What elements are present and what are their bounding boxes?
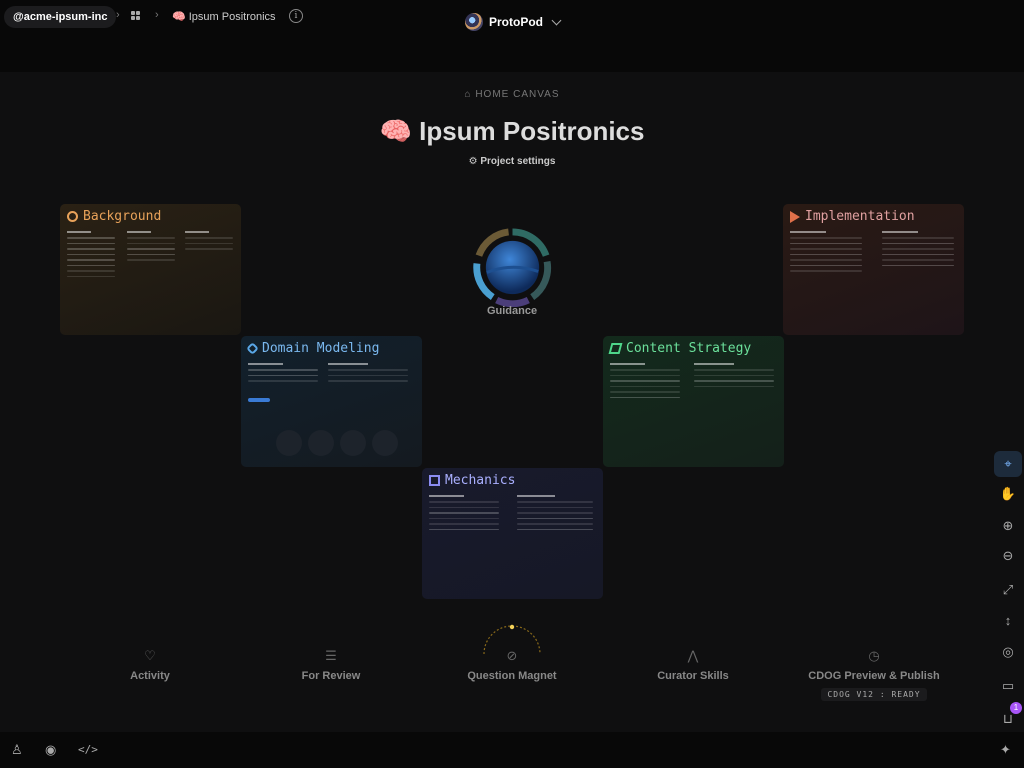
section-label: ⌂ HOME CANVAS <box>0 89 1024 100</box>
zoom-out-icon[interactable]: ⊖ <box>994 543 1022 569</box>
sparkle-icon[interactable]: ✦ <box>1000 742 1011 758</box>
org-switcher[interactable]: @acme-ipsum-inc <box>4 6 117 28</box>
card-title: Content Strategy <box>626 341 752 356</box>
nav-for-review[interactable]: ☰ For Review <box>251 648 411 682</box>
play-icon <box>790 210 800 223</box>
project-settings-label: Project settings <box>480 156 556 167</box>
hand-tool-icon[interactable]: ✋ <box>994 481 1022 507</box>
home-icon: ⌂ <box>464 89 476 100</box>
hexagon-icon <box>246 342 259 355</box>
card-title: Implementation <box>805 209 915 224</box>
nav-curator-skills-label: Curator Skills <box>657 670 729 682</box>
card-preview <box>429 492 596 593</box>
guidance-label[interactable]: Guidance <box>460 305 564 317</box>
card-mechanics[interactable]: Mechanics <box>422 468 603 599</box>
fit-screen-icon[interactable]: ⤢ <box>994 577 1022 603</box>
card-title: Mechanics <box>445 473 516 488</box>
nav-cdog-publish[interactable]: ◷ CDOG Preview & Publish CDOG V12 : READ… <box>794 648 954 702</box>
project-settings-link[interactable]: ⚙ Project settings <box>0 156 1024 167</box>
square-icon <box>429 475 440 486</box>
card-content-strategy[interactable]: Content Strategy <box>603 336 784 467</box>
section-label-text: HOME CANVAS <box>475 89 560 100</box>
fingerprint-icon[interactable]: ◎ <box>994 639 1022 665</box>
bottom-bar: ♙ ◉ </> ✦ <box>0 732 1024 768</box>
breadcrumb-separator: › <box>155 9 159 21</box>
breadcrumb-separator: › <box>116 9 120 21</box>
gauge-icon: ◷ <box>868 648 880 663</box>
app-name: ProtoPod <box>489 15 543 29</box>
comment-icon[interactable]: ▭ <box>994 673 1022 699</box>
zoom-in-icon[interactable]: ⊕ <box>994 513 1022 539</box>
nav-activity-label: Activity <box>130 670 170 682</box>
breadcrumb-project[interactable]: 🧠 Ipsum Positronics <box>172 10 276 23</box>
select-tool-icon[interactable]: ⌖ <box>994 451 1022 477</box>
vertical-resize-icon[interactable]: ↕ <box>994 607 1022 633</box>
eye-icon[interactable]: ◉ <box>45 742 56 758</box>
app-switcher[interactable]: ProtoPod <box>465 12 562 32</box>
info-icon[interactable]: i <box>289 9 303 23</box>
nav-question-magnet-label: Question Magnet <box>467 670 557 682</box>
top-bar: @acme-ipsum-inc › › 🧠 Ipsum Positronics … <box>0 0 1024 72</box>
hexagon-icon <box>67 211 78 222</box>
page-title: 🧠 Ipsum Positronics <box>379 116 645 146</box>
nav-question-magnet[interactable]: ⊘ Question Magnet <box>432 648 592 682</box>
nav-curator-skills[interactable]: ⋀ Curator Skills <box>613 648 773 682</box>
card-preview <box>610 360 777 461</box>
card-preview <box>790 228 957 329</box>
card-title: Domain Modeling <box>262 341 380 356</box>
heart-pulse-icon: ♡ <box>144 648 156 663</box>
card-background[interactable]: Background <box>60 204 241 335</box>
book-icon <box>608 343 623 354</box>
magnet-icon: ⊘ <box>506 648 518 663</box>
app-logo-icon <box>465 13 483 31</box>
inbox-icon[interactable]: ⊔ 1 <box>994 702 1022 732</box>
compass-icon: ⋀ <box>687 648 699 663</box>
list-icon: ☰ <box>325 648 337 663</box>
gear-icon: ⚙ <box>468 156 481 167</box>
card-preview <box>67 228 234 329</box>
card-preview <box>248 360 415 461</box>
nav-cdog-label: CDOG Preview & Publish <box>808 670 940 682</box>
card-implementation[interactable]: Implementation <box>783 204 964 335</box>
cdog-status-badge: CDOG V12 : READY <box>821 688 927 701</box>
code-icon[interactable]: </> <box>78 743 98 756</box>
card-domain-modeling[interactable]: Domain Modeling <box>241 336 422 467</box>
nav-for-review-label: For Review <box>301 670 361 682</box>
nav-activity[interactable]: ♡ Activity <box>70 648 230 682</box>
user-icon[interactable]: ♙ <box>11 742 23 758</box>
inbox-badge: 1 <box>1010 702 1022 714</box>
chevron-down-icon <box>551 15 562 25</box>
guidance-orb-icon[interactable] <box>473 228 552 307</box>
card-title: Background <box>83 209 162 224</box>
grid-icon[interactable] <box>131 11 140 20</box>
